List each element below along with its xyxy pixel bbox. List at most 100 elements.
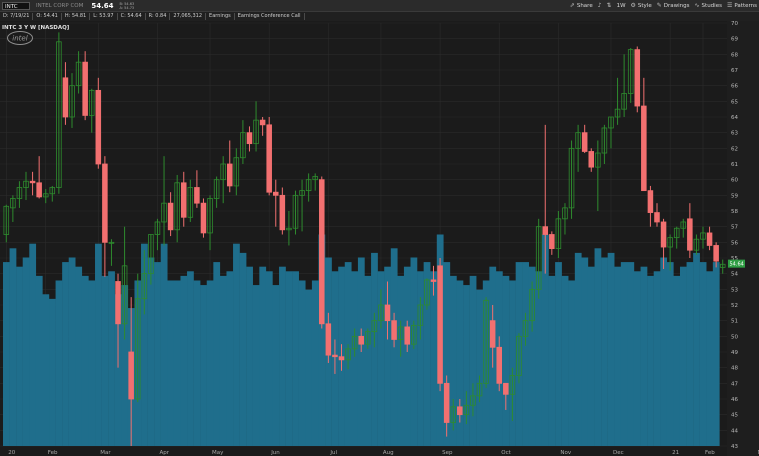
y-tick-label: 46 xyxy=(731,397,738,403)
y-tick-label: 69 xyxy=(731,37,738,43)
x-tick-label: Oct xyxy=(501,450,511,456)
event-earnings-call[interactable]: Earnings Conference Call xyxy=(235,13,305,20)
share-button[interactable]: ⇗ Share xyxy=(570,2,593,9)
volume-bar xyxy=(167,280,175,446)
volume-bar xyxy=(633,271,641,446)
candle-down xyxy=(319,179,325,325)
bar-date: D: 7/19/21 xyxy=(0,13,34,20)
volume-bar xyxy=(640,266,648,446)
candle-down xyxy=(581,132,588,152)
volume-bar xyxy=(469,275,477,446)
y-tick-label: 51 xyxy=(731,319,738,325)
y-tick-label: 50 xyxy=(731,334,738,340)
volume-bar xyxy=(686,262,694,446)
candle-down xyxy=(706,232,713,246)
volume-bar xyxy=(180,275,188,446)
style-button[interactable]: ⚙ Style xyxy=(631,2,652,9)
volume-bar xyxy=(627,262,635,446)
candle-down xyxy=(496,346,503,384)
candle-down xyxy=(95,89,102,165)
volume-bar xyxy=(35,275,43,446)
candle-down xyxy=(542,226,549,235)
event-earnings[interactable]: Earnings xyxy=(206,13,235,20)
volume-bar xyxy=(279,266,286,446)
candle-down xyxy=(279,194,286,231)
volume-bar xyxy=(371,252,378,446)
share-label: Share xyxy=(576,2,593,9)
drawings-label: Drawings xyxy=(663,2,690,9)
y-tick-label: 64 xyxy=(731,115,738,121)
volume-bar xyxy=(265,271,273,446)
alert-button[interactable]: ♪ xyxy=(598,2,602,9)
candle-down xyxy=(338,356,345,361)
volume-bar xyxy=(272,285,280,446)
timeframe-button[interactable]: 1W xyxy=(617,3,626,9)
x-tick-label: Aug xyxy=(383,450,394,456)
candle-down xyxy=(332,354,338,358)
y-tick-label: 43 xyxy=(731,444,738,450)
compare-button[interactable]: ⇅ xyxy=(607,2,612,9)
y-tick-label: 70 xyxy=(731,21,738,27)
volume-bar xyxy=(22,257,30,446)
toolbar-actions: ⇗ Share ♪ ⇅ 1W ⚙ Style ✎ Drawings ∿ Studies … xyxy=(570,0,757,11)
candle-down xyxy=(358,335,364,345)
bar-open: O: 54.41 xyxy=(33,13,62,20)
volume-bar xyxy=(95,243,102,446)
volume-bar xyxy=(430,271,437,446)
y-tick-label: 63 xyxy=(731,131,738,137)
candle-down xyxy=(180,182,187,218)
bar-change: R: 0.84 xyxy=(146,13,171,20)
volume-bar xyxy=(239,252,247,446)
volume-bar xyxy=(285,271,293,446)
candle-down xyxy=(588,151,595,168)
volume-bar xyxy=(548,275,556,446)
volume-bar xyxy=(101,275,109,446)
ask-price: A: 54.73 xyxy=(119,5,135,10)
y-tick-label: 57 xyxy=(731,225,738,231)
volume-bar xyxy=(9,248,17,446)
candle-down xyxy=(404,326,410,345)
volume-bar xyxy=(581,257,589,446)
volume-bar xyxy=(246,266,253,446)
candle-down xyxy=(29,180,36,184)
candle-down xyxy=(62,77,69,118)
bar-high: H: 54.81 xyxy=(62,13,91,20)
drawings-button[interactable]: ✎ Drawings xyxy=(657,2,690,9)
volume-bar xyxy=(568,280,576,446)
patterns-button[interactable]: ☰ Patterns xyxy=(727,2,757,9)
candle-down xyxy=(384,304,391,322)
volume-bar xyxy=(226,271,234,446)
volume-bar xyxy=(252,285,260,446)
x-tick-label: Nov xyxy=(560,450,571,456)
y-tick-label: 65 xyxy=(731,99,738,105)
candle-down xyxy=(82,61,88,116)
candle-down xyxy=(437,265,443,384)
drawings-icon: ✎ xyxy=(656,2,662,9)
intel-logo: intel xyxy=(7,31,33,45)
volume-bar xyxy=(305,289,313,446)
share-icon: ⇗ xyxy=(569,2,575,9)
candle-down xyxy=(654,212,660,223)
volume-bar xyxy=(108,271,115,446)
symbol-input[interactable]: INTC xyxy=(2,1,30,10)
patterns-label: Patterns xyxy=(734,2,757,9)
y-tick-label: 53 xyxy=(731,287,738,293)
candle-down xyxy=(259,119,266,126)
candle-down xyxy=(115,281,121,325)
studies-label: Studies xyxy=(701,2,722,9)
volume-bar xyxy=(259,266,267,446)
studies-button[interactable]: ∿ Studies xyxy=(695,2,722,9)
x-tick-label: Jun xyxy=(270,450,280,456)
chart-window: INTC INTEL CORP COM 54.64 B: 54.63 A: 54… xyxy=(0,0,759,456)
volume-bar xyxy=(594,248,602,446)
candle-down xyxy=(128,351,134,400)
candle-down xyxy=(167,202,174,231)
price-chart[interactable]: 4344454647484950515253545556575859606162… xyxy=(0,21,759,456)
candle-down xyxy=(226,163,233,187)
volume-bar xyxy=(397,275,405,446)
volume-bar xyxy=(555,262,562,446)
volume-bar xyxy=(410,257,418,446)
patterns-icon: ☰ xyxy=(726,2,733,9)
volume-bar xyxy=(653,271,661,446)
volume-bar xyxy=(351,271,359,446)
